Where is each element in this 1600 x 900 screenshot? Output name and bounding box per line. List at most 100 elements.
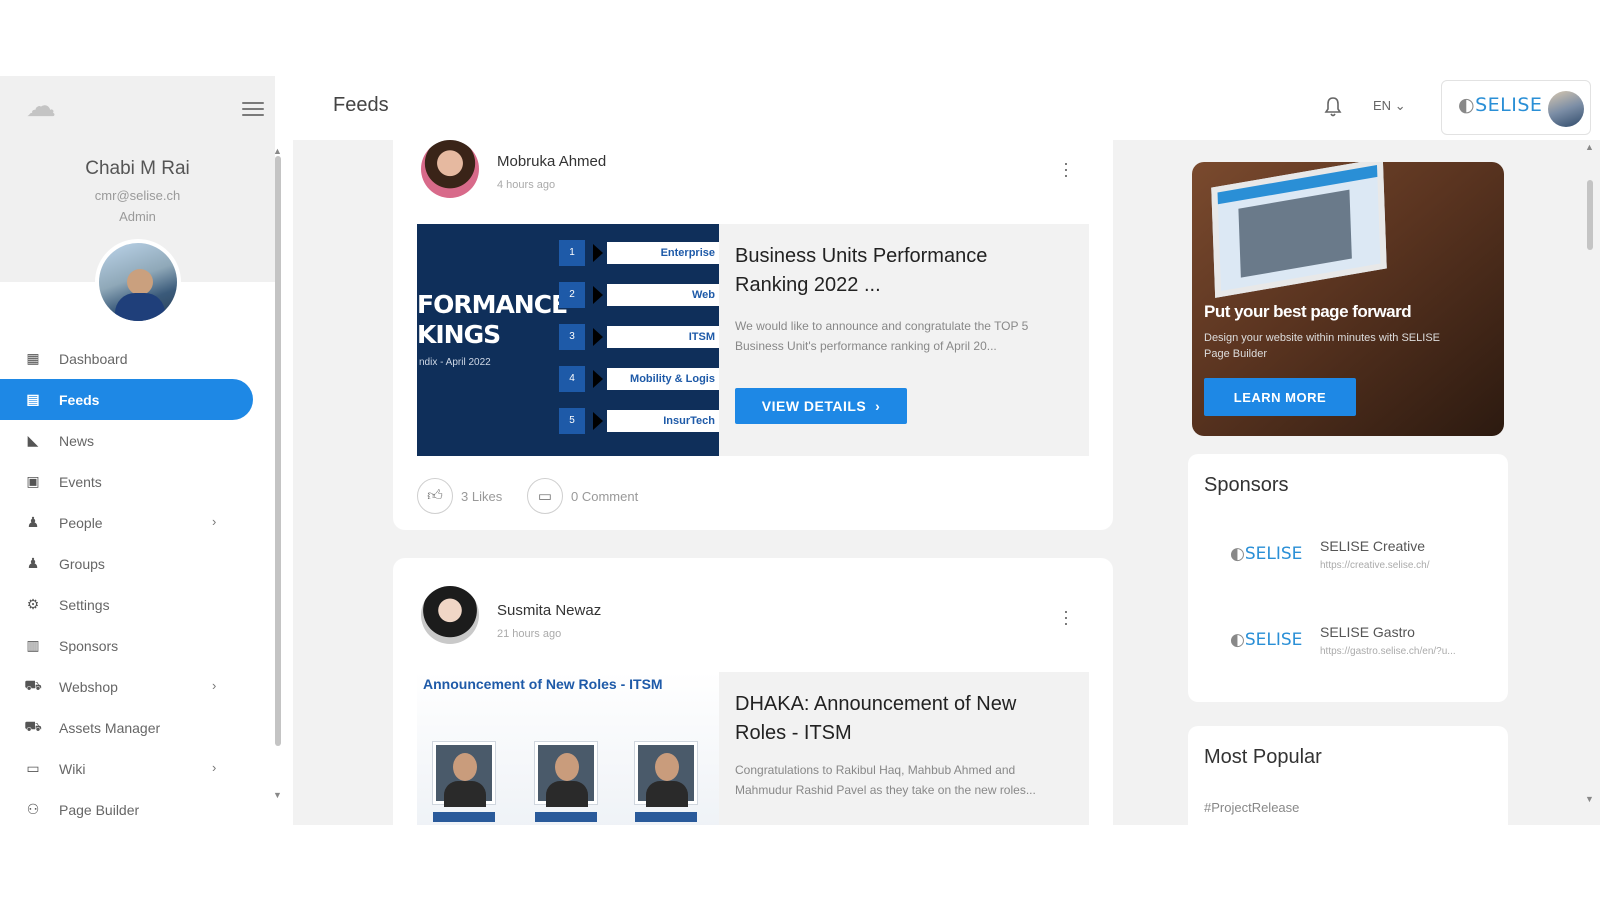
sponsors-title: Sponsors [1204, 474, 1289, 496]
sidebar-item-news[interactable]: ◣ News [0, 420, 275, 461]
rank-arrow-icon [593, 412, 603, 430]
sidebar-item-dashboard[interactable]: ▦ Dashboard [0, 338, 275, 379]
sidebar-item-label: Webshop [59, 678, 118, 695]
user-role: Admin [119, 209, 156, 224]
rank-arrow-icon [593, 370, 603, 388]
cart-icon: ⛟ [24, 677, 42, 693]
more-options-icon[interactable]: · · · [1063, 154, 1069, 184]
sponsors-panel: Sponsors ◐SELISE SELISE Creative https:/… [1188, 454, 1508, 702]
sponsor-logo: ◐SELISE [1230, 544, 1302, 564]
scroll-down-icon[interactable]: ▼ [1585, 794, 1594, 804]
user-avatar[interactable] [95, 239, 181, 325]
view-details-button[interactable]: VIEW DETAILS › [735, 388, 907, 424]
popular-tag[interactable]: #ProjectRelease [1204, 800, 1299, 815]
rank-number: 4 [559, 366, 585, 392]
sidebar-item-groups[interactable]: ♟ Groups [0, 543, 275, 584]
rank-arrow-icon [593, 328, 603, 346]
sponsor-item[interactable]: ◐SELISE SELISE Gastro https://gastro.sel… [1230, 620, 1500, 670]
brand-logo-text: SELISE [1475, 94, 1543, 116]
image-heading: Announcement of New Roles - ITSM [423, 676, 663, 692]
author-name[interactable]: Susmita Newaz [497, 602, 601, 619]
sidebar-item-page-builder[interactable]: ⚇ Page Builder [0, 789, 275, 825]
sponsor-item[interactable]: ◐SELISE SELISE Creative https://creative… [1230, 534, 1500, 584]
rank-arrow-icon [593, 286, 603, 304]
author-name[interactable]: Mobruka Ahmed [497, 153, 606, 170]
sidebar-item-label: Dashboard [59, 350, 128, 367]
scrollbar-thumb[interactable] [275, 156, 281, 746]
sidebar-item-events[interactable]: ▣ Events [0, 461, 275, 502]
ranking-row: 4 Mobility & Logis [559, 366, 719, 392]
post-image[interactable]: FORMANCE KINGS ndix - April 2022 1 Enterpr… [417, 224, 719, 456]
sidebar-nav: ▦ Dashboard ▤ Feeds ◣ News ▣ Events ♟ People › ♟ Gro… [0, 338, 275, 825]
chevron-down-icon: ⌄ [1394, 98, 1406, 113]
image-headline-line1: FORMANCE [417, 290, 568, 319]
sidebar-scrollbar[interactable]: ▲ ▼ [272, 146, 284, 806]
post-image[interactable]: Announcement of New Roles - ITSM [417, 672, 719, 825]
comment-icon: ▭ [527, 478, 563, 514]
ranking-row: 3 ITSM [559, 324, 719, 350]
sidebar-item-sponsors[interactable]: ▥ Sponsors [0, 625, 275, 666]
like-button[interactable]: 👍︎ 3 Likes [417, 478, 502, 514]
chevron-right-icon: › [875, 398, 881, 414]
rank-label: Mobility & Logis [607, 368, 719, 390]
rank-label: Web [607, 284, 719, 306]
main-scrollbar[interactable]: ▲ ▼ [1584, 140, 1596, 810]
cloud-logo-icon[interactable]: ☁ [24, 90, 58, 124]
like-count: 3 Likes [461, 488, 503, 504]
assets-cart-icon: ⛟ [24, 718, 42, 734]
language-value: EN [1373, 98, 1392, 113]
photo-caption [535, 812, 597, 822]
sidebar-item-assets-manager[interactable]: ⛟ Assets Manager [0, 707, 275, 748]
sidebar-item-label: Wiki [59, 760, 86, 777]
sidebar-item-wiki[interactable]: ▭ Wiki › [0, 748, 275, 789]
post-body: FORMANCE KINGS ndix - April 2022 1 Enterpr… [417, 224, 1089, 456]
user-email: cmr@selise.ch [94, 188, 181, 203]
account-avatar[interactable] [1548, 91, 1584, 127]
sponsor-name: SELISE Creative [1320, 538, 1426, 554]
more-options-icon[interactable]: · · · [1063, 602, 1069, 632]
photo-caption [635, 812, 697, 822]
sidebar-item-people[interactable]: ♟ People › [0, 502, 275, 543]
sidebar-item-label: News [59, 432, 95, 449]
photo-caption [433, 812, 495, 822]
scroll-down-icon[interactable]: ▼ [273, 790, 282, 800]
comment-button[interactable]: ▭ 0 Comment [527, 478, 638, 514]
scroll-up-icon[interactable]: ▲ [273, 146, 282, 156]
scroll-up-icon[interactable]: ▲ [1585, 142, 1594, 152]
sidebar-item-label: Events [59, 473, 102, 490]
rank-number: 5 [559, 408, 585, 434]
author-avatar[interactable] [421, 140, 479, 198]
groups-icon: ♟ [26, 555, 40, 571]
sponsor-logo-mark-icon: ◐ [1230, 630, 1245, 650]
sponsor-url[interactable]: https://creative.selise.ch/ [1320, 560, 1490, 571]
sidebar-item-label: Feeds [59, 391, 100, 408]
sidebar-item-feeds[interactable]: ▤ Feeds [0, 379, 253, 420]
author-avatar[interactable] [421, 586, 479, 644]
rank-number: 2 [559, 282, 585, 308]
scrollbar-thumb[interactable] [1587, 180, 1593, 250]
account-menu[interactable]: ◐SELISE [1441, 80, 1591, 135]
brand-logo: ◐SELISE [1458, 94, 1542, 116]
sidebar-item-settings[interactable]: ⚙ Settings [0, 584, 275, 625]
hamburger-menu-icon[interactable] [242, 102, 264, 118]
post-title[interactable]: Business Units Performance Ranking 2022 … [735, 242, 1065, 300]
rank-label: InsurTech [607, 410, 719, 432]
laptop-illustration [1211, 162, 1387, 298]
chevron-right-icon: › [212, 514, 217, 529]
notification-bell-icon[interactable] [1323, 96, 1343, 118]
post-excerpt: Congratulations to Rakibul Haq, Mahbub A… [735, 763, 1036, 797]
news-icon: ◣ [27, 432, 39, 448]
language-select[interactable]: EN ⌄ [1373, 98, 1406, 114]
sidebar-item-webshop[interactable]: ⛟ Webshop › [0, 666, 275, 707]
chevron-right-icon: › [212, 678, 217, 693]
person-photo [635, 742, 697, 807]
sponsor-logo-mark-icon: ◐ [1230, 544, 1245, 564]
post-title[interactable]: DHAKA: Announcement of New Roles - ITSM [735, 690, 1065, 748]
people-icon: ♟ [26, 514, 40, 530]
sponsor-url[interactable]: https://gastro.selise.ch/en/?u... [1320, 646, 1490, 657]
most-popular-panel: Most Popular #ProjectRelease [1188, 726, 1508, 825]
page-title: Feeds [333, 94, 389, 116]
feed-list: Mobruka Ahmed 4 hours ago · · · FORMANCE KI… [393, 140, 1113, 825]
learn-more-button[interactable]: LEARN MORE [1204, 378, 1356, 416]
page-builder-icon: ⚇ [26, 801, 40, 817]
